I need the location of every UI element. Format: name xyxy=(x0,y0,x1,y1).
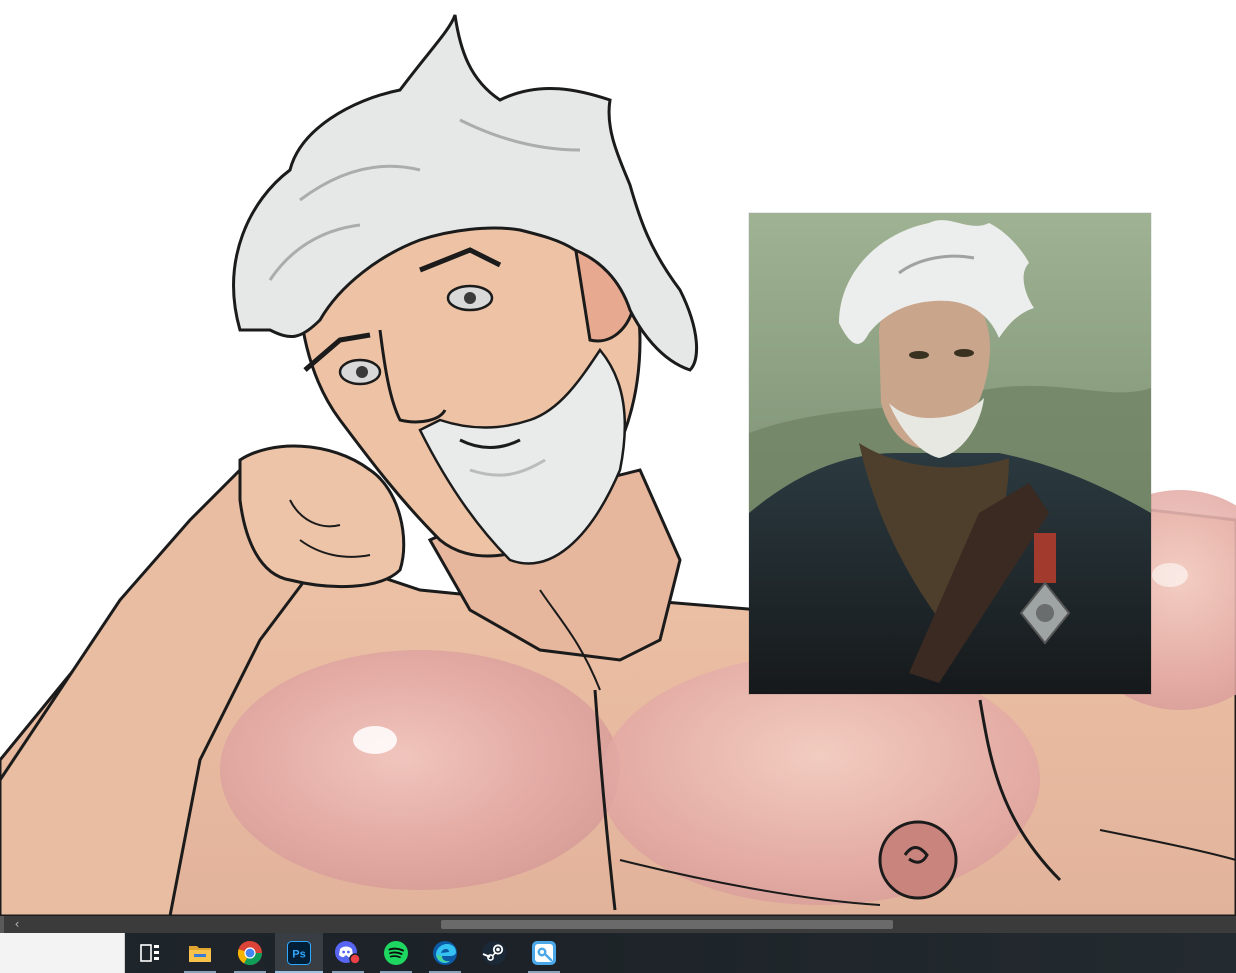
taskbar-discord[interactable] xyxy=(324,933,372,973)
photoshop-icon-label: Ps xyxy=(292,949,305,961)
windows-taskbar: Ps xyxy=(0,933,1236,973)
edge-icon xyxy=(433,941,457,965)
scroll-left-arrow-icon[interactable]: ‹ xyxy=(9,916,25,933)
reference-image-window[interactable] xyxy=(749,213,1151,694)
taskbar-file-explorer[interactable] xyxy=(176,933,224,973)
taskbar-steam[interactable] xyxy=(470,933,518,973)
reference-portrait-image xyxy=(749,213,1151,694)
canvas-horizontal-scrollbar[interactable]: ‹ xyxy=(0,916,1236,933)
taskbar-pureref[interactable] xyxy=(520,933,568,973)
taskbar-edge[interactable] xyxy=(421,933,469,973)
folder-icon xyxy=(189,946,211,962)
scrollbar-left-edge xyxy=(0,916,4,933)
task-view-icon xyxy=(140,944,159,962)
chrome-icon xyxy=(237,940,262,966)
task-view-button[interactable] xyxy=(126,933,174,973)
taskbar-photoshop[interactable]: Ps xyxy=(275,933,323,973)
discord-icon xyxy=(335,941,361,965)
taskbar-search-input[interactable] xyxy=(0,933,124,973)
photoshop-icon: Ps xyxy=(287,941,311,965)
desktop-screen: ‹ Ps xyxy=(0,0,1236,973)
pureref-icon xyxy=(532,941,556,965)
taskbar-chrome[interactable] xyxy=(226,933,274,973)
taskbar-spotify[interactable] xyxy=(372,933,420,973)
scrollbar-thumb[interactable] xyxy=(441,920,893,929)
steam-icon xyxy=(482,941,506,965)
taskbar-search-box[interactable] xyxy=(0,933,125,973)
spotify-icon xyxy=(384,941,408,965)
